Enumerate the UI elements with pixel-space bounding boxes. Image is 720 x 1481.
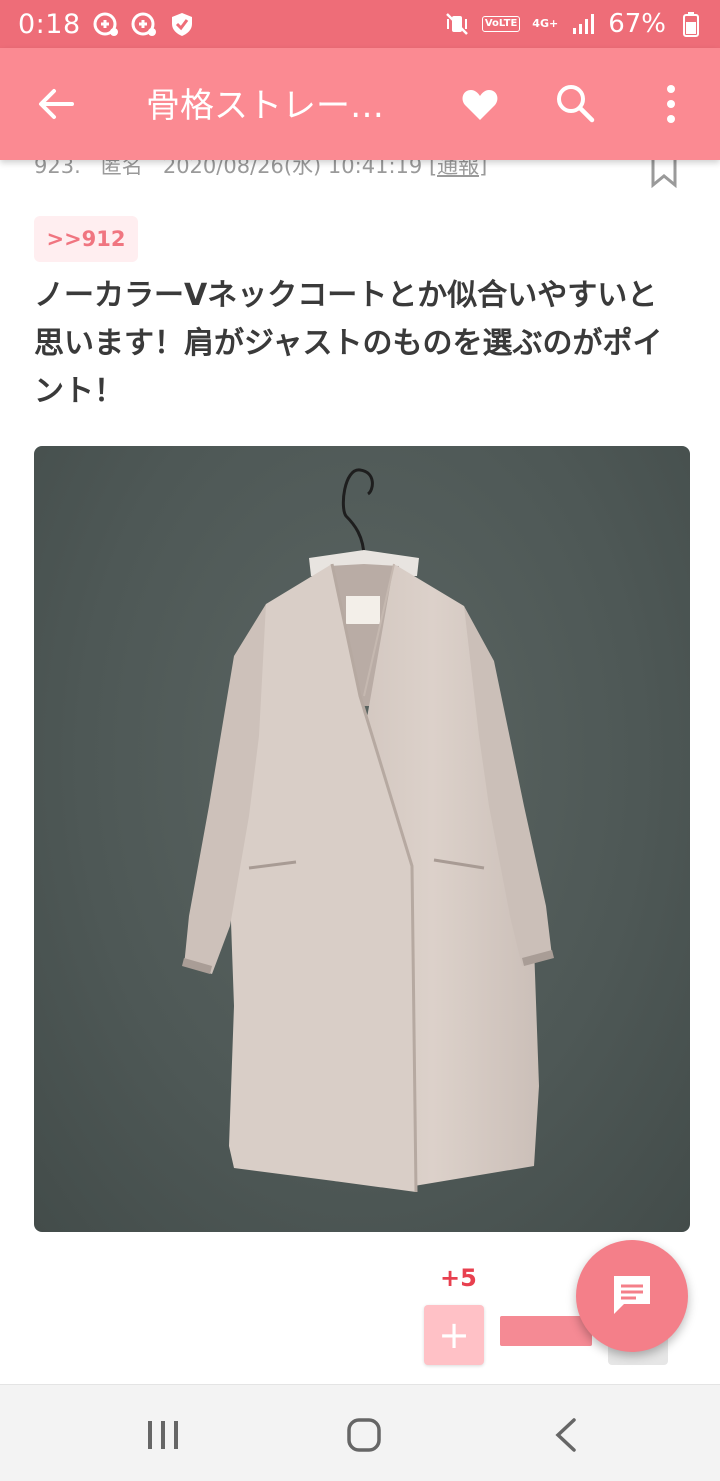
- app-bar: 骨格ストレー…: [0, 48, 720, 160]
- back-arrow-icon[interactable]: [34, 82, 78, 126]
- shield-check-icon: [169, 11, 195, 37]
- search-icon[interactable]: [554, 82, 596, 124]
- notification-app-icon-2: [131, 11, 157, 37]
- comment-fab[interactable]: [576, 1240, 688, 1352]
- recent-apps-icon[interactable]: [146, 1419, 180, 1451]
- volte-badge: VoLTE: [481, 16, 521, 32]
- plus-vote-count: +5: [440, 1264, 477, 1292]
- heart-icon[interactable]: [460, 84, 500, 124]
- page-title: 骨格ストレー…: [146, 86, 384, 126]
- home-icon[interactable]: [346, 1417, 382, 1453]
- notification-app-icon: [93, 11, 119, 37]
- system-nav-bar: [0, 1384, 720, 1481]
- plus-label: +: [438, 1313, 470, 1357]
- status-bar: 0:18 VoLTE 4G+ 67%: [0, 0, 720, 48]
- vibrate-mute-icon: [444, 11, 470, 37]
- signal-strength-icon: [570, 11, 596, 37]
- battery-icon: [678, 11, 704, 37]
- post-body: ノーカラーVネックコートとか似合いやすいと思います！肩がジャストのものを選ぶのが…: [34, 278, 663, 409]
- battery-percent: 67%: [608, 9, 666, 39]
- network-type: 4G+: [532, 17, 559, 30]
- coat-photo[interactable]: [34, 446, 690, 1232]
- nav-back-icon[interactable]: [552, 1417, 580, 1453]
- plus-vote-button[interactable]: +: [424, 1305, 484, 1365]
- chat-icon: [610, 1272, 654, 1320]
- vote-ratio-bar: [500, 1316, 592, 1346]
- more-vert-icon[interactable]: [660, 82, 682, 126]
- vote-ratio-fill: [500, 1316, 592, 1346]
- status-time: 0:18: [18, 8, 81, 40]
- reply-anchor-link[interactable]: >>912: [34, 216, 138, 262]
